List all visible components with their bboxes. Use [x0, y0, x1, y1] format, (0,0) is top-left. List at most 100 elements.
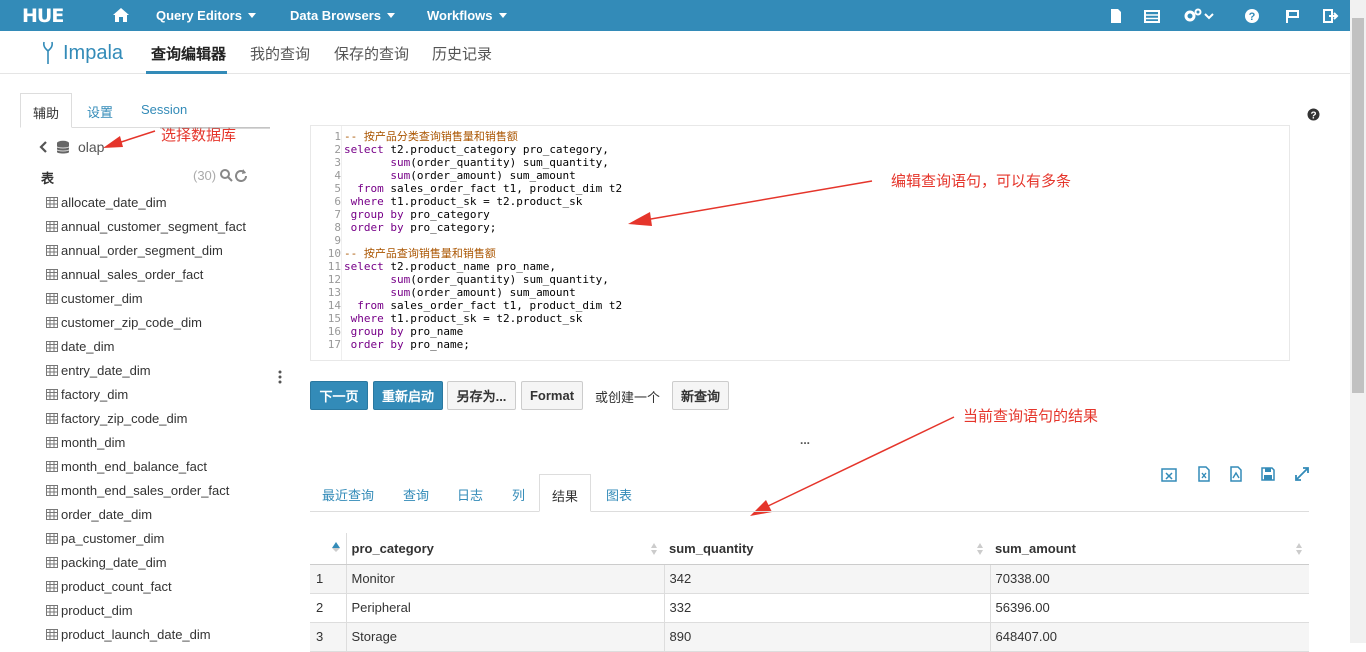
search-icon[interactable] [219, 168, 233, 182]
tab-my-queries[interactable]: 我的查询 [250, 43, 310, 64]
table-list-item[interactable]: factory_dim [46, 382, 276, 406]
resize-handle[interactable]: ... [800, 433, 810, 447]
help-icon[interactable]: ? [1243, 7, 1261, 25]
table-list-item[interactable]: customer_dim [46, 286, 276, 310]
sort-icon[interactable] [1295, 542, 1303, 556]
new-query-button[interactable]: 新查询 [672, 381, 729, 410]
result-tabs: 最近查询 查询 日志 列 结果 图表 [310, 474, 1309, 512]
table-name: order_date_dim [61, 506, 153, 522]
tab-session[interactable]: Session [129, 93, 199, 128]
next-page-button[interactable]: 下一页 [310, 381, 368, 410]
table-row[interactable]: 2 Peripheral 332 56396.00 [310, 593, 1309, 623]
table-list-item[interactable]: month_end_balance_fact [46, 454, 276, 478]
sign-out-icon[interactable] [1321, 7, 1339, 25]
tab-log[interactable]: 日志 [445, 474, 495, 512]
table-list-item[interactable]: factory_zip_code_dim [46, 406, 276, 430]
table-icon[interactable] [1143, 7, 1161, 25]
results-table: pro_category sum_quantity sum_amount 1 Mo… [310, 533, 1309, 652]
sort-asc-icon[interactable] [331, 541, 341, 553]
table-list-item[interactable]: order_date_dim [46, 502, 276, 526]
table-list-item[interactable]: month_end_sales_order_fact [46, 478, 276, 502]
clear-results-icon[interactable] [1161, 466, 1177, 482]
table-list-item[interactable]: annual_sales_order_fact [46, 262, 276, 286]
kebab-menu-icon[interactable] [278, 370, 282, 384]
hue-logo[interactable]: HUE [22, 5, 64, 27]
tab-query-editor[interactable]: 查询编辑器 [151, 43, 226, 64]
cell-pro-category: Monitor [346, 564, 665, 594]
table-list-item[interactable]: annual_order_segment_dim [46, 238, 276, 262]
line-number: 5 [334, 182, 341, 195]
chevron-down-icon [498, 13, 507, 18]
code-line: order by pro_category; [350, 221, 497, 234]
table-list-item[interactable]: pa_customer_dim [46, 526, 276, 550]
app-name: Impala [63, 41, 124, 64]
tables-header: 表 (30) [41, 168, 251, 187]
sort-icon[interactable] [650, 542, 658, 556]
workflows-menu[interactable]: Workflows [427, 8, 507, 23]
save-icon[interactable] [1260, 466, 1276, 482]
database-icon [56, 140, 70, 153]
format-button[interactable]: Format [521, 381, 583, 410]
sql-code[interactable]: -- 按产品分类查询销售量和销售额 select t2.product_categ… [344, 130, 622, 351]
column-header-sum-amount[interactable]: sum_amount [990, 533, 1309, 565]
tab-query[interactable]: 查询 [391, 474, 441, 512]
tab-assist[interactable]: 辅助 [20, 93, 73, 128]
query-editors-menu[interactable]: Query Editors [156, 8, 256, 23]
restart-button[interactable]: 重新启动 [373, 381, 443, 410]
database-selector[interactable]: olap [38, 139, 104, 155]
page-scrollbar[interactable] [1350, 0, 1366, 643]
help-circle-icon[interactable]: ? [1307, 108, 1320, 121]
excel-download-icon[interactable] [1196, 466, 1212, 482]
table-icon [46, 412, 58, 424]
column-label: sum_quantity [669, 540, 754, 556]
table-row[interactable]: 1 Monitor 342 70338.00 [310, 564, 1309, 594]
gears-icon[interactable] [1183, 7, 1215, 25]
table-list-item[interactable]: entry_date_dim [46, 358, 276, 382]
table-name: customer_dim [61, 290, 143, 306]
sql-editor[interactable]: 1 2 3 4 5 6 7 8 9 10 11 12 13 14 15 16 17 -- 按产品分类查询销售量和… [310, 125, 1290, 361]
home-icon[interactable] [110, 4, 132, 26]
scrollbar-thumb[interactable] [1352, 18, 1364, 393]
column-header-sum-quantity[interactable]: sum_quantity [664, 533, 990, 565]
csv-download-icon[interactable] [1228, 466, 1244, 482]
table-name: entry_date_dim [61, 362, 151, 378]
table-list-item[interactable]: packing_date_dim [46, 550, 276, 574]
column-header-pro-category[interactable]: pro_category [346, 533, 664, 565]
table-name: annual_order_segment_dim [61, 242, 223, 258]
tab-chart[interactable]: 图表 [594, 474, 644, 512]
table-row[interactable]: 3 Storage 890 648407.00 [310, 622, 1309, 652]
code-line: sum(order_quantity) sum_quantity, [390, 156, 609, 169]
table-list-item[interactable]: month_dim [46, 430, 276, 454]
line-number: 10 [327, 247, 341, 260]
save-as-button[interactable]: 另存为... [447, 381, 516, 410]
chevron-left-icon[interactable] [38, 140, 48, 154]
tab-saved-queries[interactable]: 保存的查询 [334, 43, 409, 64]
tab-columns[interactable]: 列 [500, 474, 537, 512]
index-header[interactable] [310, 533, 347, 565]
data-browsers-menu[interactable]: Data Browsers [290, 8, 396, 23]
table-list-item[interactable]: product_dim [46, 598, 276, 622]
tab-settings[interactable]: 设置 [75, 93, 125, 128]
row-index: 3 [310, 622, 347, 652]
refresh-icon[interactable] [234, 168, 248, 182]
tab-recent-queries[interactable]: 最近查询 [310, 474, 386, 512]
code-line: group by pro_category [350, 208, 490, 221]
table-icon [46, 292, 58, 304]
code-line: sum(order_amount) sum_amount [390, 169, 576, 182]
table-icon [46, 436, 58, 448]
sort-icon[interactable] [976, 542, 984, 556]
tab-results[interactable]: 结果 [539, 474, 592, 512]
table-list-item[interactable]: product_launch_date_dim [46, 622, 276, 646]
table-list-item[interactable]: annual_customer_segment_fact [46, 214, 276, 238]
code-line: where t1.product_sk = t2.product_sk [350, 195, 583, 208]
flag-icon[interactable] [1283, 7, 1301, 25]
table-list-item[interactable]: date_dim [46, 334, 276, 358]
table-list-item[interactable]: product_count_fact [46, 574, 276, 598]
table-list-item[interactable]: allocate_date_dim [46, 190, 276, 214]
file-icon[interactable] [1107, 7, 1125, 25]
tab-history[interactable]: 历史记录 [432, 43, 492, 64]
table-list-item[interactable]: customer_zip_code_dim [46, 310, 276, 334]
expand-icon[interactable] [1294, 466, 1310, 482]
left-panel-tabs: 辅助 设置 Session [20, 93, 270, 128]
